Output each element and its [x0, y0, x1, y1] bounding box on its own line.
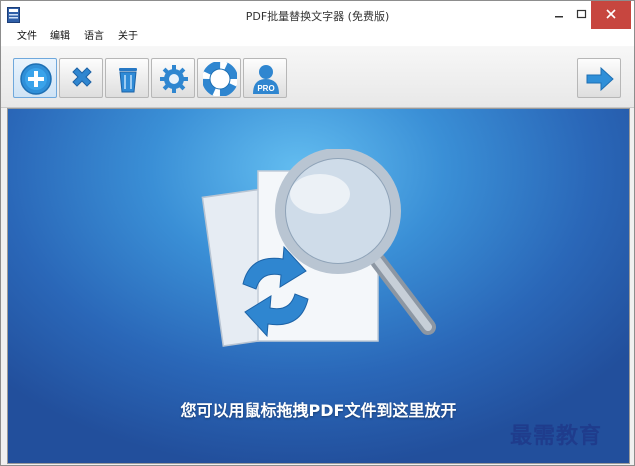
settings-button[interactable]: [151, 58, 195, 98]
menu-about[interactable]: 关于: [118, 30, 138, 44]
close-icon: [606, 9, 616, 19]
title-bar: PDF批量替换文字器 (免费版): [1, 1, 634, 29]
remove-file-button[interactable]: [59, 58, 103, 98]
next-arrow-icon: [586, 66, 614, 92]
help-icon: [203, 62, 237, 96]
menu-edit[interactable]: 编辑: [50, 30, 70, 44]
app-window: PDF批量替换文字器 (免费版) 文件 编辑 语言 关于 PRO 您可以用鼠标拖…: [0, 0, 635, 466]
pdf-search-illustration: [201, 149, 436, 347]
close-button[interactable]: [591, 1, 631, 29]
trash-icon: [119, 68, 137, 93]
menu-bar: 文件 编辑 语言 关于: [1, 29, 634, 46]
toolbar: PRO: [1, 46, 634, 108]
pro-user-icon: PRO: [253, 65, 279, 94]
file-drop-area[interactable]: 您可以用鼠标拖拽PDF文件到这里放开: [7, 108, 630, 464]
add-file-button[interactable]: [13, 58, 57, 98]
clear-list-button[interactable]: [105, 58, 149, 98]
pro-badge: PRO: [257, 84, 274, 93]
add-icon: [20, 63, 52, 95]
next-button[interactable]: [577, 58, 621, 98]
window-title: PDF批量替换文字器 (免费版): [245, 10, 390, 23]
watermark: 最需教育: [510, 423, 603, 449]
pro-upgrade-button[interactable]: PRO: [243, 58, 287, 98]
remove-icon: [72, 67, 92, 87]
menu-language[interactable]: 语言: [84, 30, 104, 44]
menu-file[interactable]: 文件: [17, 30, 37, 44]
settings-icon: [160, 65, 188, 93]
help-button[interactable]: [197, 58, 241, 98]
